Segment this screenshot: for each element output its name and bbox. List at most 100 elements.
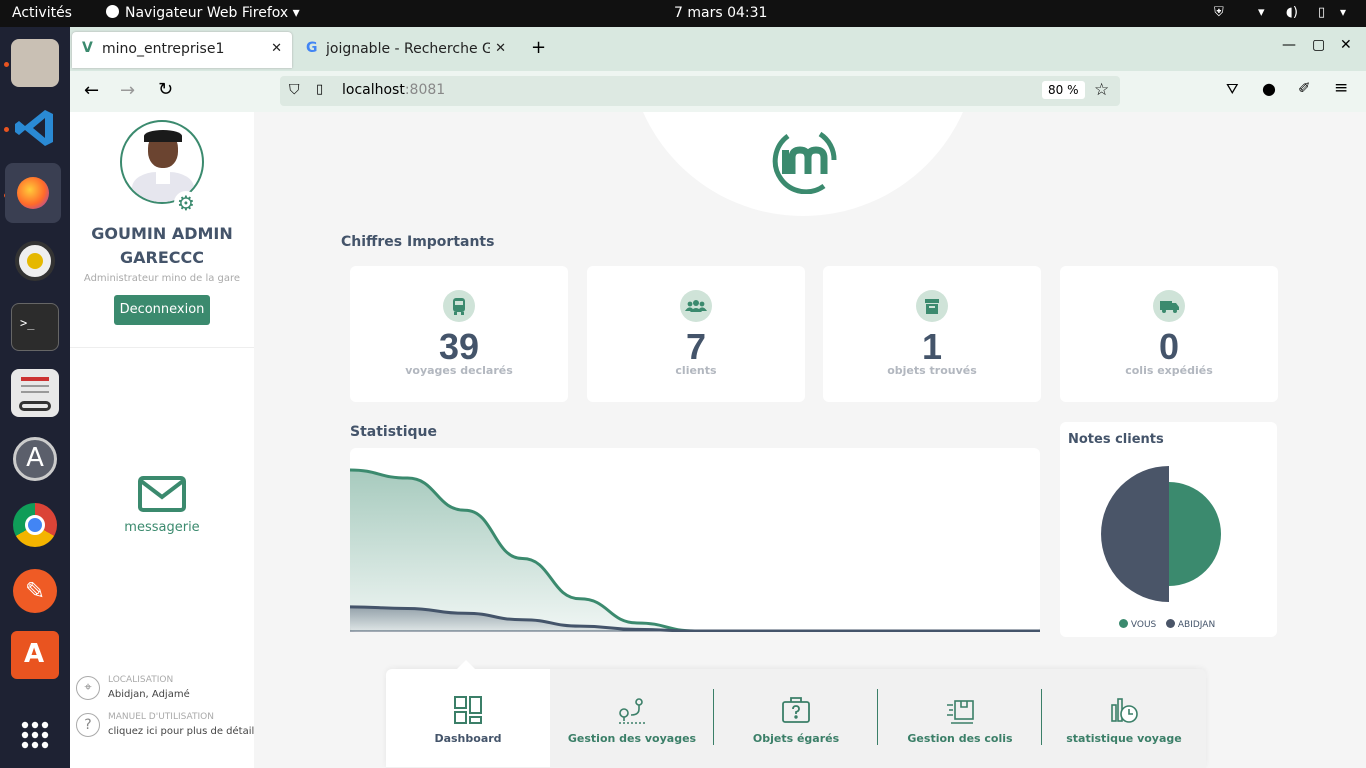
legend-label: VOUS <box>1130 620 1157 630</box>
route-map-icon <box>619 698 645 724</box>
nav-dashboard[interactable]: Dashboard <box>386 669 550 767</box>
firefox-small-icon <box>106 5 119 18</box>
dashboard-icon <box>454 696 482 724</box>
clock[interactable]: 7 mars 04:31 <box>674 5 767 21</box>
chrome-icon[interactable] <box>11 501 59 549</box>
help-icon: ? <box>76 713 100 737</box>
os-topbar: Activités Navigateur Web Firefox ▾ 7 mar… <box>0 0 1366 27</box>
url-host: localhost <box>342 82 405 98</box>
stat-value: 0 <box>1158 326 1180 367</box>
maximize-icon[interactable]: ▢ <box>1312 37 1325 53</box>
truck-icon <box>1153 290 1185 322</box>
minimize-icon[interactable]: — <box>1282 37 1296 53</box>
stat-value: 7 <box>685 326 707 367</box>
stat-card-clients[interactable]: 7 clients <box>587 266 805 402</box>
reload-icon[interactable]: ↻ <box>158 79 173 100</box>
stats-clock-icon <box>1111 698 1138 723</box>
stat-value: 1 <box>921 326 943 367</box>
mino-logo-icon <box>772 131 837 194</box>
nav-statistique-voyage[interactable]: statistique voyage <box>1042 669 1206 767</box>
logout-button[interactable]: Deconnexion <box>114 295 210 325</box>
document-viewer-icon[interactable] <box>11 369 59 417</box>
pie-slice-vous[interactable] <box>1169 482 1221 586</box>
firefox-icon[interactable] <box>5 163 61 223</box>
chevron-down-icon: ▾ <box>292 5 300 21</box>
lost-luggage-icon <box>782 697 810 723</box>
messaging-link[interactable]: messagerie <box>110 472 214 542</box>
nav-gestion-colis[interactable]: Gestion des colis <box>878 669 1042 767</box>
new-tab-icon[interactable]: + <box>531 37 546 58</box>
nav-label: Gestion des colis <box>907 732 1013 745</box>
forward-icon[interactable]: → <box>120 80 135 101</box>
area-chart-svg <box>349 468 1040 633</box>
tab-label: joignable - Recherche Go <box>326 41 490 57</box>
nav-gestion-voyages[interactable]: Gestion des voyages <box>550 669 714 767</box>
back-icon[interactable]: ← <box>84 80 99 101</box>
manual-title: MANUEL D'UTILISATION <box>108 712 214 722</box>
main-content: Chiffres Importants 39 voyages declarés … <box>254 112 1366 768</box>
account-icon[interactable]: ● <box>1262 79 1276 98</box>
vscode-icon[interactable] <box>11 104 59 152</box>
stat-card-objets[interactable]: 1 objets trouvés <box>823 266 1041 402</box>
running-dot <box>4 127 9 132</box>
shield-icon[interactable]: ⛨ <box>1214 5 1224 20</box>
tab-label: mino_entreprise1 <box>102 41 225 57</box>
tab-google[interactable]: G joignable - Recherche Go ✕ <box>296 32 510 68</box>
running-dot <box>4 62 9 67</box>
location-pin-icon: ⌖ <box>76 676 100 700</box>
close-window-icon[interactable]: ✕ <box>1340 37 1352 53</box>
browser-tabbar: V mino_entreprise1 ✕ G joignable - Reche… <box>70 27 1366 71</box>
volume-icon[interactable]: ◖) <box>1286 5 1298 20</box>
stat-card-colis[interactable]: 0 colis expédiés <box>1060 266 1278 402</box>
vue-favicon-icon: V <box>82 40 93 56</box>
terminal-icon[interactable]: >_ <box>11 303 59 351</box>
app-center-icon[interactable]: A <box>11 631 59 679</box>
package-delivery-icon <box>947 700 974 724</box>
legend-label: ABIDJAN <box>1177 620 1216 630</box>
files-icon[interactable] <box>11 39 59 87</box>
menu-icon[interactable]: ≡ <box>1334 78 1348 98</box>
nav-label: Gestion des voyages <box>567 732 697 745</box>
nav-label: Objets égarés <box>752 732 840 745</box>
nav-objets-egares[interactable]: Objets égarés <box>714 669 878 767</box>
app-menu-label: Navigateur Web Firefox <box>125 5 289 21</box>
close-tab-icon[interactable]: ✕ <box>271 41 282 56</box>
pocket-icon[interactable]: ⛛ <box>1226 80 1239 98</box>
zoom-badge[interactable]: 80 % <box>1042 81 1085 99</box>
show-apps-icon[interactable] <box>11 711 59 759</box>
nav-label: statistique voyage <box>1066 732 1182 745</box>
series-area-0 <box>350 470 1040 631</box>
system-menu-chevron-icon[interactable]: ▾ <box>1340 5 1346 19</box>
location-title: LOCALISATION <box>108 675 174 685</box>
battery-icon[interactable]: ▯ <box>1318 5 1325 20</box>
close-tab-icon[interactable]: ✕ <box>495 41 506 56</box>
postman-icon[interactable]: ✎ <box>11 567 59 615</box>
archive-icon <box>916 290 948 322</box>
stat-label: voyages declarés <box>405 364 513 377</box>
rhythmbox-icon[interactable] <box>11 237 59 285</box>
user-name: GOUMIN ADMIN GARECCC <box>91 224 233 267</box>
extension-icon[interactable]: ✐ <box>1298 79 1311 97</box>
software-updater-icon[interactable]: A <box>11 435 59 483</box>
activities-button[interactable]: Activités <box>12 5 72 21</box>
sidebar: ⚙ GOUMIN ADMIN GARECCC Administrateur mi… <box>70 112 260 768</box>
settings-gear-icon[interactable]: ⚙ <box>174 191 198 215</box>
star-icon[interactable]: ☆ <box>1094 80 1109 100</box>
url-text[interactable]: localhost:8081 <box>342 82 445 98</box>
section-title: Chiffres Importants <box>341 234 495 250</box>
shield-icon[interactable]: ⛉ <box>289 82 300 98</box>
legend-swatch <box>1166 619 1175 628</box>
dock: >_ A ✎ A <box>0 27 70 768</box>
manual-link[interactable]: ? MANUEL D'UTILISATION cliquez ici pour … <box>76 711 260 741</box>
pie-slice-abidjan[interactable] <box>1101 466 1169 602</box>
messaging-label: messagerie <box>124 520 200 535</box>
url-bar[interactable]: ⛉ ▯ localhost:8081 80 % ☆ <box>280 76 1120 106</box>
app-menu[interactable]: Navigateur Web Firefox ▾ <box>106 5 300 21</box>
tab-mino[interactable]: V mino_entreprise1 ✕ <box>72 32 292 68</box>
stat-label: colis expédiés <box>1125 364 1213 377</box>
stat-card-voyages[interactable]: 39 voyages declarés <box>350 266 568 402</box>
statistics-title: Statistique <box>350 424 438 440</box>
nav-label: Dashboard <box>434 732 502 745</box>
wifi-icon[interactable]: ▾ <box>1258 5 1265 20</box>
google-favicon-icon: G <box>306 40 318 56</box>
